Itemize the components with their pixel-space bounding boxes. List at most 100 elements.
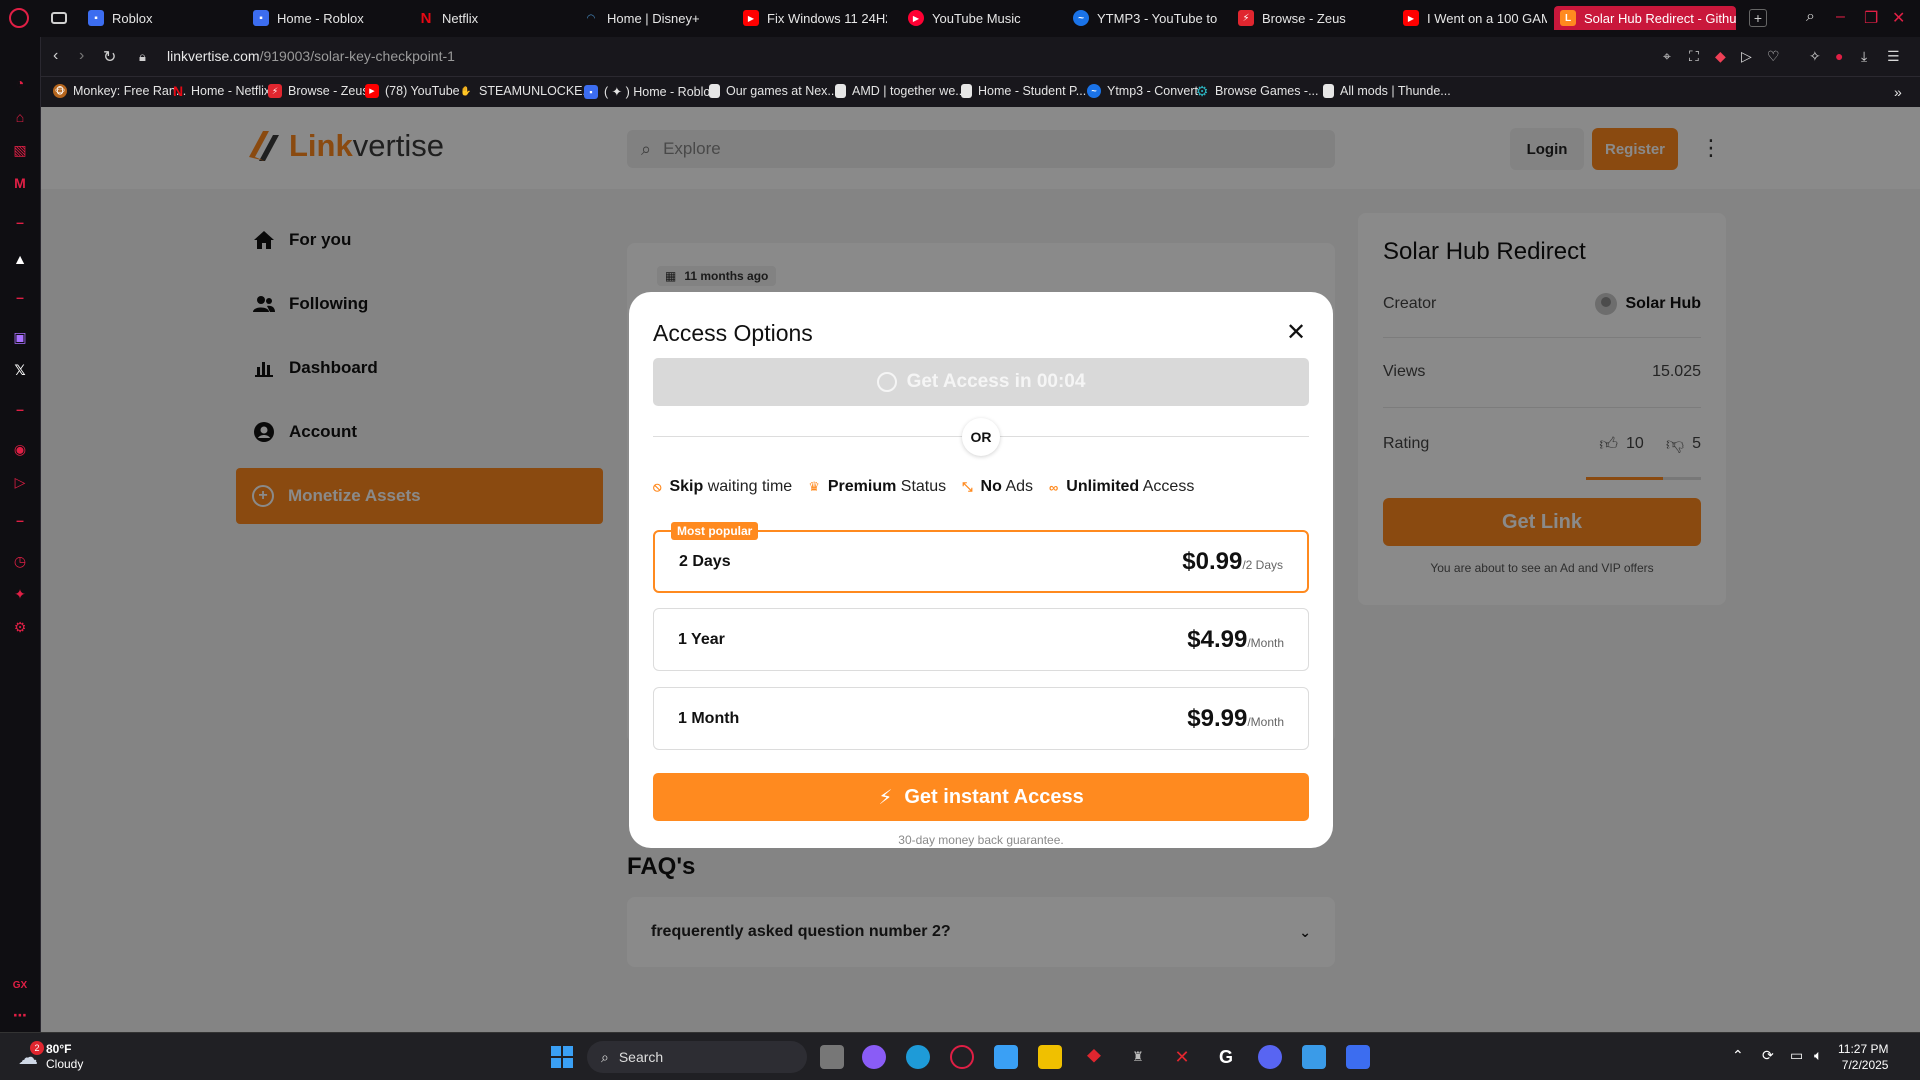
tab-disney[interactable]: ◠ Home | Disney+ <box>577 6 727 30</box>
tab-fix-windows[interactable]: ▶ Fix Windows 11 24H2 <box>737 6 887 30</box>
snapshot-icon[interactable]: ⛶ <box>1689 48 1699 65</box>
player-icon[interactable]: ◉ <box>10 439 30 459</box>
pocket-icon[interactable]: ◆ <box>1715 48 1726 65</box>
plan-price: $0.99/2 Days <box>1182 547 1283 575</box>
download-icon[interactable]: ⤓ <box>1861 48 1867 65</box>
bookmarks-more-icon[interactable]: » <box>1894 84 1902 100</box>
edge-icon[interactable] <box>906 1045 930 1069</box>
bookmark-student[interactable]: Home - Student P... <box>961 84 1086 98</box>
g-hub-icon[interactable]: G <box>1214 1045 1238 1069</box>
notepad-icon[interactable] <box>1302 1045 1326 1069</box>
weather-widget[interactable]: ☁ 2 80°F Cloudy <box>18 1040 83 1072</box>
bookmark-roblox[interactable]: ▪( ✦ ) Home - Roblox <box>584 84 717 99</box>
page-icon <box>1323 84 1334 98</box>
opera-gx-icon[interactable] <box>950 1045 974 1069</box>
start-icon[interactable] <box>550 1045 574 1069</box>
bookmark-zeus[interactable]: ⚡ Browse - Zeus <box>268 84 369 98</box>
bookmark-amd[interactable]: AMD | together we... <box>835 84 966 98</box>
most-popular-badge: Most popular <box>671 522 759 540</box>
bookmark-youtube[interactable]: ▶ (78) YouTube <box>365 84 460 98</box>
speed-dial-icon[interactable]: ◔ <box>10 73 30 93</box>
tray-chevron-icon[interactable]: ⌃ <box>1732 1047 1744 1064</box>
easy-setup-icon[interactable]: ☰ <box>1887 48 1900 65</box>
roblox-icon: ▪ <box>88 10 104 26</box>
youtube-music-icon: ▶ <box>908 10 924 26</box>
profile-icon[interactable]: ● <box>1835 48 1843 64</box>
x-app-icon[interactable]: ✕ <box>1170 1045 1194 1069</box>
heart-icon[interactable]: ♡ <box>1767 48 1780 65</box>
plan-option-1-month[interactable]: 1 Month $9.99/Month <box>653 687 1309 750</box>
minimize-icon[interactable]: – <box>1836 8 1845 26</box>
tab-netflix[interactable]: N Netflix <box>412 6 562 30</box>
tab-bar: ▪ Roblox ▪ Home - Roblox N Netflix ◠ Home | … <box>0 0 1920 37</box>
workspaces-icon[interactable] <box>51 12 67 24</box>
gear-icon: ⚙ <box>1195 82 1209 99</box>
bookmark-netflix[interactable]: N Home - Netflix <box>171 83 270 99</box>
divider-icon: – <box>16 289 24 305</box>
display-icon[interactable]: ▭ <box>1790 1047 1803 1064</box>
cloud-icon: ☁ 2 <box>18 1040 44 1070</box>
page-icon <box>709 84 720 98</box>
gx-corner-icon[interactable]: ▧ <box>10 140 30 160</box>
new-tab-button[interactable]: + <box>1749 9 1767 27</box>
tab-roblox[interactable]: ▪ Roblox <box>82 6 232 30</box>
restore-icon[interactable]: ❐ <box>1864 8 1878 28</box>
task-view-icon[interactable] <box>820 1045 844 1069</box>
close-window-icon[interactable]: ✕ <box>1892 8 1905 28</box>
search-tabs-icon[interactable]: ⌕ <box>1806 8 1815 26</box>
file-explorer-icon[interactable] <box>1038 1045 1062 1069</box>
sync-icon[interactable]: ⟳ <box>1762 1047 1774 1064</box>
x-twitter-icon[interactable]: 𝕏 <box>10 360 30 380</box>
plan-option-2-days[interactable]: Most popular 2 Days $0.99/2 Days <box>653 522 1309 593</box>
get-access-timer-button: Get Access in 00:04 <box>653 358 1309 406</box>
extensions-icon[interactable]: ✦ <box>10 584 30 604</box>
tab-youtube-music[interactable]: ▶ YouTube Music <box>902 6 1052 30</box>
store-icon[interactable] <box>994 1045 1018 1069</box>
copilot-icon[interactable] <box>862 1045 886 1069</box>
get-instant-access-button[interactable]: ⚡︎ Get instant Access <box>653 773 1309 821</box>
history-icon[interactable]: ◷ <box>10 551 30 571</box>
settings-icon[interactable]: ⚙ <box>10 617 30 637</box>
gx-control-icon[interactable]: ⌂ <box>10 107 30 127</box>
twitch-icon[interactable]: ▣ <box>10 327 30 347</box>
bookmark-ytmp3[interactable]: ~ Ytmp3 - Convert <box>1087 84 1198 98</box>
game-icon[interactable]: ♜ <box>1126 1045 1150 1069</box>
forward-icon[interactable]: › <box>79 47 84 65</box>
aria-icon[interactable]: ▲ <box>10 249 30 269</box>
taskbar-search[interactable]: ⌕ Search <box>587 1041 807 1073</box>
bookmark-steamunlocked[interactable]: ✋ STEAMUNLOCKE... <box>459 84 593 98</box>
more-icon[interactable]: ⋯ <box>10 1005 30 1025</box>
gmail-icon[interactable]: M <box>10 173 30 193</box>
address-bar: ‹ › ↻ 🔒︎ linkvertise.com/919003/solar-ke… <box>41 37 1920 77</box>
divider-icon: – <box>16 512 24 528</box>
page-icon <box>835 84 846 98</box>
reload-icon[interactable]: ↻ <box>103 47 116 67</box>
back-icon[interactable]: ‹ <box>53 47 58 65</box>
close-icon[interactable]: ✕ <box>1285 321 1307 345</box>
ytmp3-icon: ~ <box>1087 84 1101 98</box>
red-app-icon[interactable]: ⯁ <box>1082 1045 1106 1069</box>
tab-solar-hub[interactable]: L Solar Hub Redirect - Githu <box>1554 6 1736 30</box>
opera-menu-icon[interactable] <box>9 8 29 28</box>
volume-icon[interactable]: 🔈︎ <box>1814 1047 1822 1064</box>
play-icon[interactable]: ▷ <box>1741 48 1752 65</box>
bookmarks-bar: 🐵︎ Monkey: Free Ran... N Home - Netflix ⚡ B… <box>41 77 1920 107</box>
tab-browse-zeus[interactable]: ⚡ Browse - Zeus <box>1232 6 1382 30</box>
bookmark-thunderstore[interactable]: All mods | Thunde... <box>1323 84 1451 98</box>
tab-ytmp3[interactable]: ~ YTMP3 - YouTube to <box>1067 6 1217 30</box>
plan-option-1-year[interactable]: 1 Year $4.99/Month <box>653 608 1309 671</box>
no-ads-icon: ⤡ <box>962 479 973 494</box>
bookmark-nexon[interactable]: Our games at Nex... <box>709 84 838 98</box>
clock[interactable]: 11:27 PM 7/2/2025 <box>1838 1041 1888 1073</box>
roblox-icon[interactable] <box>1346 1045 1370 1069</box>
pin-icon[interactable]: ⌖ <box>1663 48 1671 65</box>
extensions-puzzle-icon[interactable]: ✧ <box>1809 48 1821 65</box>
tab-home-roblox[interactable]: ▪ Home - Roblox <box>247 6 397 30</box>
bookmark-monkey[interactable]: 🐵︎ Monkey: Free Ran... <box>53 84 186 98</box>
bookmark-browse-games[interactable]: ⚙ Browse Games -... <box>1195 82 1319 99</box>
send-icon[interactable]: ▷ <box>10 472 30 492</box>
discord-icon[interactable] <box>1258 1045 1282 1069</box>
tab-100-games[interactable]: ▶ I Went on a 100 GAM <box>1397 6 1547 30</box>
url-field[interactable]: linkvertise.com/919003/solar-key-checkpo… <box>167 48 455 64</box>
search-icon: ⌕ <box>601 1048 609 1065</box>
